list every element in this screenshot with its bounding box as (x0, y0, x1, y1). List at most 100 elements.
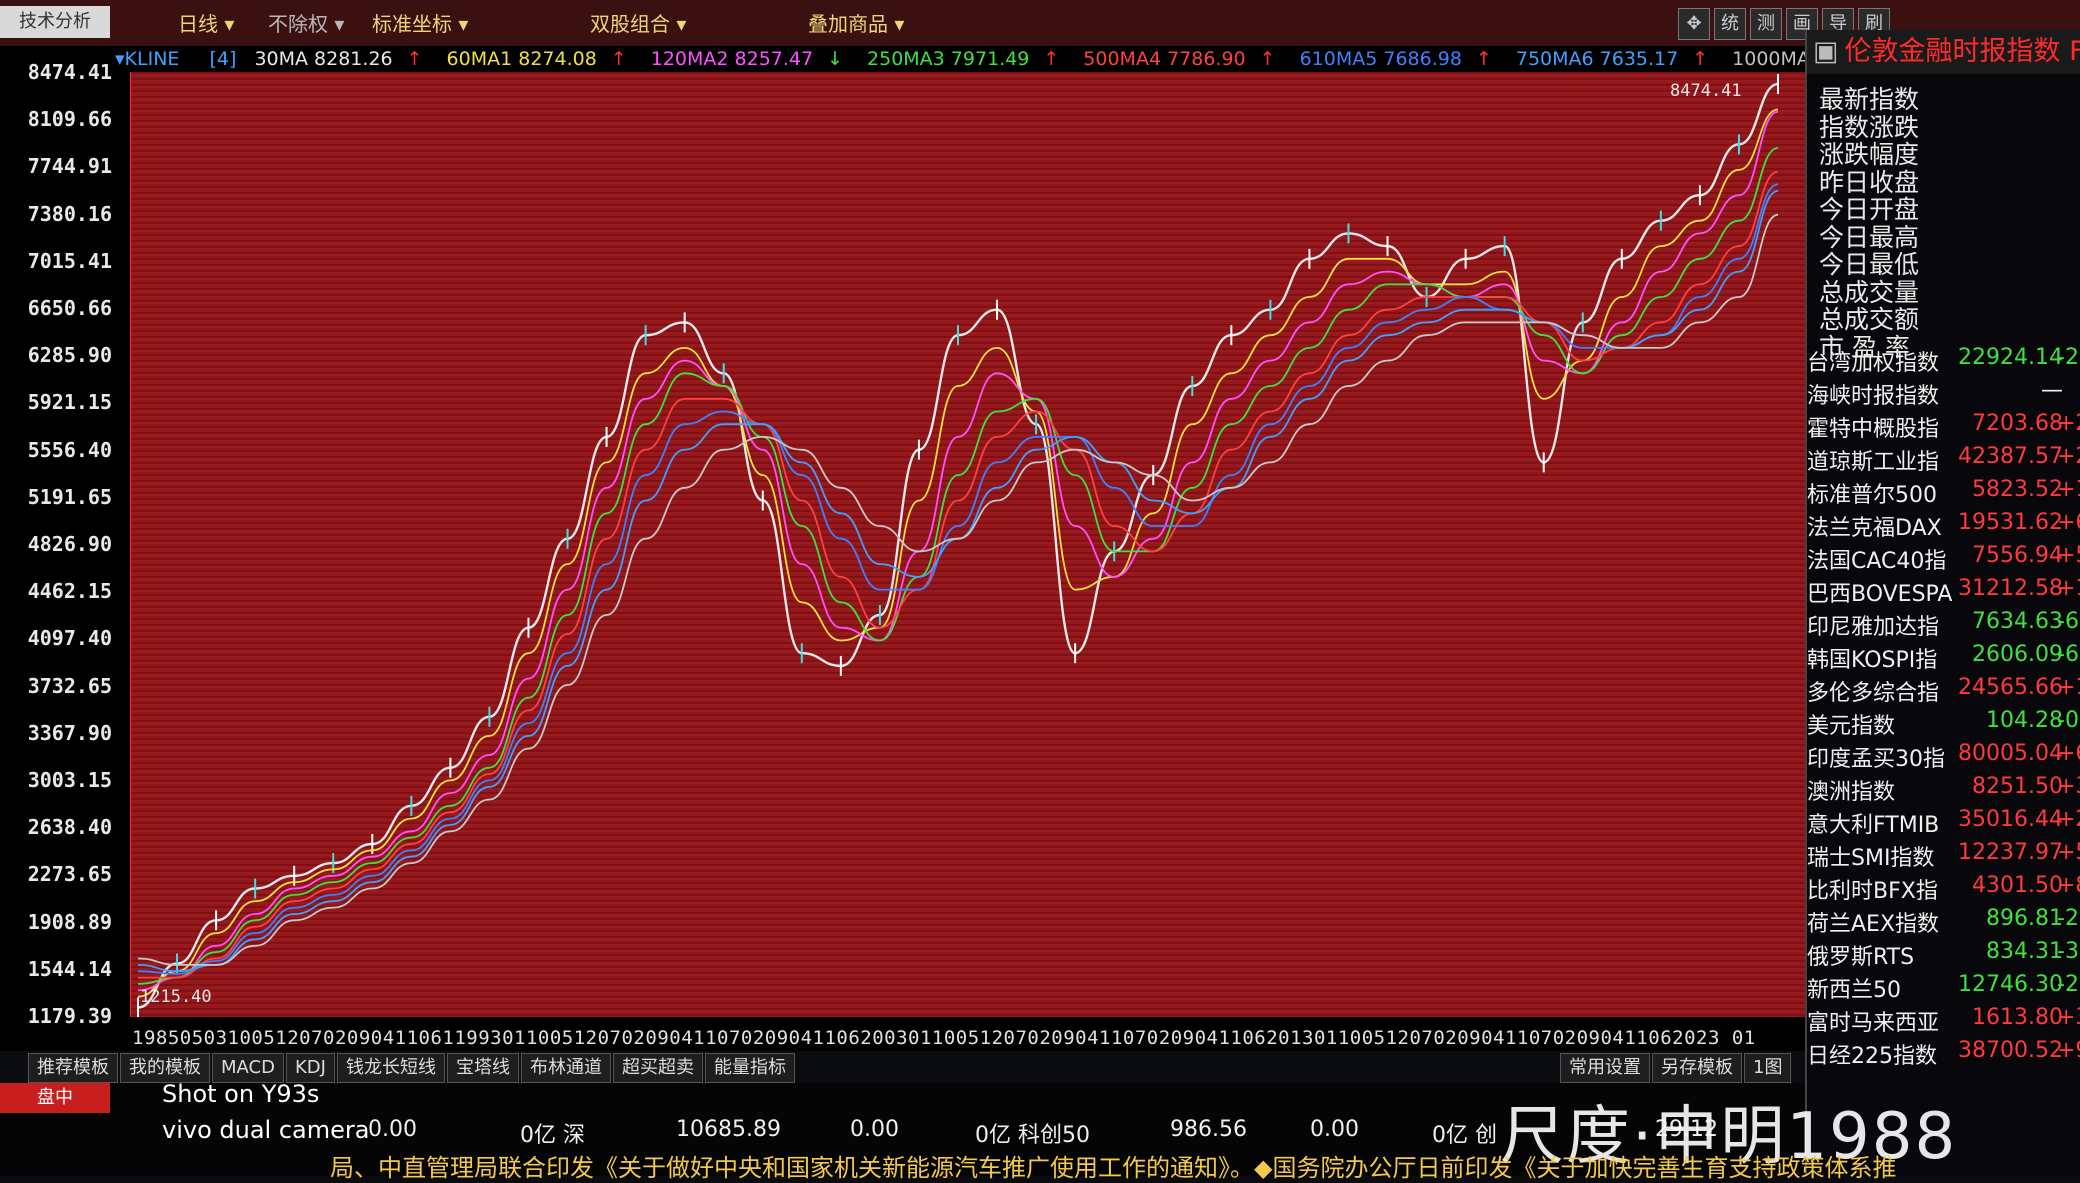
ma-trend-arrow: ↑ (610, 48, 627, 70)
coord-selector[interactable]: 标准坐标 ▾ (372, 8, 468, 37)
index-row[interactable]: 霍特中概股指 7203.68+28 (1807, 411, 2080, 443)
dual-stock-selector[interactable]: 双股组合 ▾ (590, 8, 686, 37)
index-row[interactable]: 荷兰AEX指数 896.81 -2 (1807, 906, 2080, 938)
indicator-tab[interactable]: 能量指标 (704, 1053, 795, 1083)
index-row[interactable]: 法国CAC40指 7556.94+5 (1807, 543, 2080, 575)
index-name: 印度孟买30指 (1807, 747, 1945, 772)
index-row[interactable]: 比利时BFX指 4301.50+8 (1807, 873, 2080, 905)
index-row[interactable]: 新西兰50 12746.30-25 (1807, 972, 2080, 1004)
ma-trend-arrow: ↑ (406, 48, 423, 70)
index-name: 澳洲指数 (1807, 780, 1896, 805)
y-tick-label: 2273.65 (27, 862, 112, 887)
y-tick-label: 8109.66 (27, 107, 112, 132)
index-row[interactable]: 法兰克福DAX 19531.62+6 (1807, 510, 2080, 542)
y-tick-label: 7015.41 (27, 248, 112, 273)
index-row[interactable]: 巴西BOVESPA31212.58+131 (1807, 576, 2080, 608)
min-price-label: 1215.40 (140, 987, 212, 1007)
tool-button-stat[interactable]: 统 (1714, 8, 1746, 40)
index-row[interactable]: 意大利FTMIB 35016.44+240 (1807, 807, 2080, 839)
template-tab[interactable]: 另存模板 (1652, 1053, 1742, 1083)
ma-trend-arrow: ↑ (1043, 48, 1060, 70)
index-row[interactable]: 海峡时报指数 — (1807, 378, 2080, 410)
ma-legend-item: 750MA6 7635.17 ↑ (1516, 48, 1720, 70)
index-change: +602 (2057, 741, 2080, 766)
index-row[interactable]: 日经225指数 38700.52+94 (1807, 1038, 2080, 1070)
y-tick-label: 5191.65 (27, 484, 112, 509)
index-name: 瑞士SMI指数 (1807, 846, 1935, 871)
ma-trend-arrow: ↑ (1259, 48, 1276, 70)
index-value: 12237.97 (1958, 840, 2063, 865)
indicator-tab[interactable]: 我的模板 (120, 1053, 210, 1083)
index-change: +94 (2057, 1038, 2080, 1063)
index-value: 8251.50 (1972, 774, 2063, 799)
index-value: 38700.52 (1958, 1038, 2063, 1063)
kline-count: [4] (209, 48, 237, 70)
index-name: 霍特中概股指 (1807, 417, 1940, 442)
y-tick-label: 1179.39 (27, 1004, 112, 1028)
period-selector[interactable]: 日线 ▾ (178, 8, 234, 37)
ma-legend-text: 750MA6 7635.17 (1515, 48, 1679, 70)
indicator-tab[interactable]: 宝塔线 (446, 1053, 519, 1083)
index-change: +27 (2057, 444, 2080, 469)
index-name: 法国CAC40指 (1807, 549, 1947, 574)
index-change: +101 (2057, 675, 2080, 700)
index-value: 24565.66 (1958, 675, 2063, 700)
index-change: +30 (2057, 774, 2080, 799)
index-change: +240 (2057, 807, 2080, 832)
overlay-selector[interactable]: 叠加商品 ▾ (808, 8, 904, 37)
ma-legend-text: 610MA5 7686.98 (1299, 48, 1462, 70)
index-name: 印尼雅加达指 (1807, 615, 1940, 640)
template-tab[interactable]: 1图 (1744, 1053, 1792, 1083)
index-change: +28 (2057, 411, 2080, 436)
tool-button-measure[interactable]: 测 (1750, 8, 1782, 40)
indicator-tab[interactable]: MACD (212, 1053, 284, 1083)
index-name: 俄罗斯RTS (1807, 945, 1915, 970)
index-change: -27 (2057, 345, 2080, 370)
index-name: 新西兰50 (1807, 978, 1901, 1003)
indicator-tab[interactable]: 钱龙长短线 (336, 1053, 445, 1083)
index-value: 1613.80 (1972, 1005, 2063, 1030)
volume-1: 0.00 (368, 1117, 417, 1142)
indicator-tab[interactable]: 布林通道 (520, 1053, 611, 1083)
index-title: ▣ 伦敦金融时报指数 F (1807, 30, 2080, 74)
index-name: 富时马来西亚 (1807, 1011, 1940, 1036)
index-name: 多伦多综合指 (1807, 681, 1940, 706)
index-name: 日经225指数 (1807, 1044, 1937, 1069)
index-change: -6 (2057, 609, 2079, 634)
y-tick-label: 3367.90 (27, 720, 112, 745)
index-name: 巴西BOVESPA (1807, 582, 1953, 607)
rights-selector[interactable]: 不除权 ▾ (268, 8, 344, 37)
index-row[interactable]: 印尼雅加达指 7634.63 -6 (1807, 609, 2080, 641)
amount-unit-3: 0亿 创 (1432, 1123, 1497, 1148)
index-row[interactable]: 俄罗斯RTS 834.31-32 (1807, 939, 2080, 971)
index-value: 5823.52 (1972, 477, 2063, 502)
ma-legend-text: 250MA3 7971.49 (867, 48, 1030, 70)
news-ticker: 局、中直管理局联合印发《关于做好中央和国家机关新能源汽车推广使用工作的通知》。◆… (330, 1154, 1897, 1182)
ma-legend-text: 500MA4 7786.90 (1083, 48, 1246, 70)
index-row[interactable]: 美元指数 104.28 -0 (1807, 708, 2080, 740)
index-change: +3 (2057, 1005, 2080, 1030)
index-row[interactable]: 韩国KOSPI指 2606.09 -6 (1807, 642, 2080, 674)
indicator-tab[interactable]: 超买超卖 (612, 1053, 703, 1083)
index-row[interactable]: 标准普尔500 5823.52+1 (1807, 477, 2080, 509)
y-tick-label: 4097.40 (27, 626, 112, 651)
index-row[interactable]: 印度孟买30指 80005.04+602 (1807, 741, 2080, 773)
indicator-tab[interactable]: 推荐模板 (28, 1053, 118, 1083)
index-row[interactable]: 富时马来西亚 1613.80+3 (1807, 1005, 2080, 1037)
index-row[interactable]: 道琼斯工业指 42387.57+27 (1807, 444, 2080, 476)
index-row[interactable]: 瑞士SMI指数 12237.97+53 (1807, 840, 2080, 872)
index-row[interactable]: 台湾加权指数 22924.14-27 (1807, 345, 2080, 377)
index-value: 834.31 (1986, 939, 2063, 964)
move-icon[interactable]: ✥ (1678, 8, 1710, 40)
kline-chart[interactable]: 8474.41 1215.40 (130, 72, 1805, 1017)
index-row[interactable]: 澳洲指数 8251.50+30 (1807, 774, 2080, 806)
amount-unit-1: 0亿 深 (520, 1123, 585, 1148)
indicator-tabs: 推荐模板 我的模板 MACD KDJ 钱龙长短线 宝塔线 布林通道 超买超卖 能量指标 (28, 1053, 797, 1083)
indicator-tab[interactable]: KDJ (285, 1053, 335, 1083)
template-tab[interactable]: 常用设置 (1560, 1053, 1650, 1083)
index-row[interactable]: 多伦多综合指 24565.66+101 (1807, 675, 2080, 707)
y-tick-label: 5556.40 (27, 437, 112, 462)
index-change: +5 (2057, 543, 2080, 568)
index-change: +6 (2057, 510, 2080, 535)
y-tick-label: 4462.15 (27, 579, 112, 604)
